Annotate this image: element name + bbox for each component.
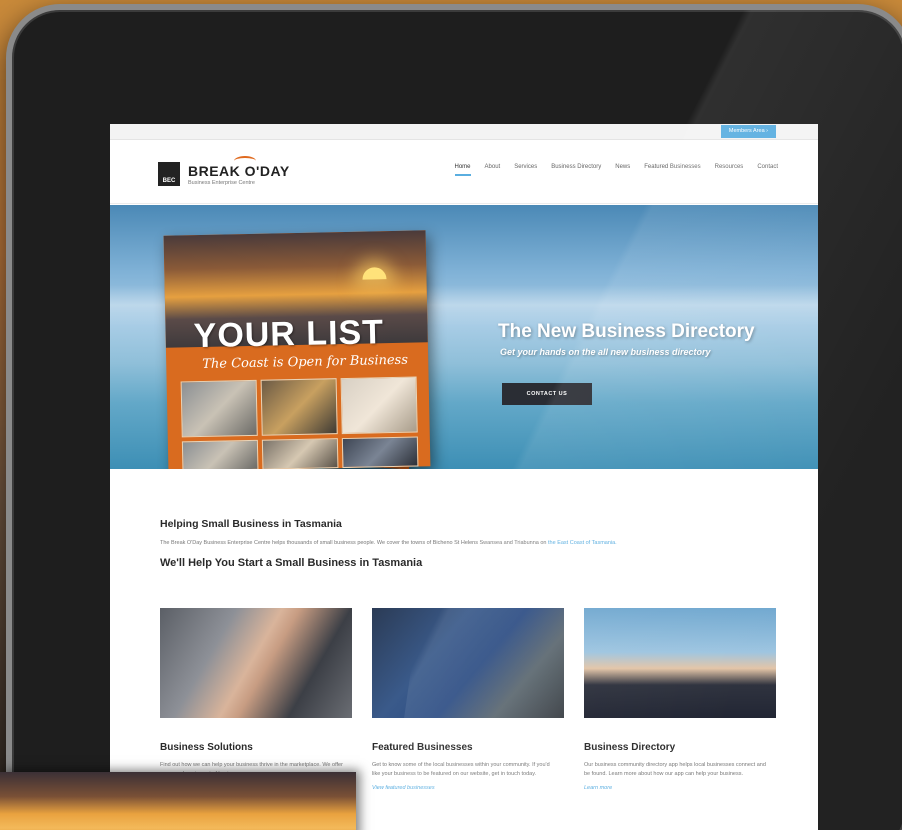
brochure-photo [261, 438, 339, 469]
binoculars-image [584, 608, 776, 718]
website-screen: Members Area › BEC BREAK O'DAY Business … [110, 124, 818, 830]
brochure-photo [260, 378, 338, 436]
brochure-subtitle: The Coast is Open for Business [202, 352, 409, 372]
start-business-heading: We'll Help You Start a Small Business in… [160, 557, 423, 569]
utility-bar: Members Area › [110, 124, 818, 140]
card-text: Our business community directory app hel… [584, 762, 766, 777]
hero-subtitle: Get your hands on the all new business d… [500, 347, 711, 357]
main-nav: Home About Services Business Directory N… [454, 164, 778, 176]
nav-item-business-directory[interactable]: Business Directory [551, 164, 601, 176]
members-area-button[interactable]: Members Area › [720, 125, 776, 138]
nav-item-news[interactable]: News [615, 164, 630, 176]
card-featured-businesses: Featured Businesses Get to know some of … [372, 608, 564, 791]
card-title[interactable]: Business Directory [584, 742, 776, 753]
site-logo[interactable]: BEC BREAK O'DAY Business Enterprise Cent… [158, 155, 290, 186]
members-area-label: Members Area [728, 128, 765, 134]
contact-us-button[interactable]: CONTACT US [502, 383, 592, 405]
brochure-photo [341, 436, 419, 469]
nav-item-services[interactable]: Services [514, 164, 537, 176]
logo-title: BREAK O'DAY [188, 155, 290, 179]
brochure-title: YOUR LIST [193, 313, 385, 356]
intro-heading: Helping Small Business in Tasmania [160, 518, 342, 530]
brochure-photo-grid [180, 376, 419, 469]
logo-mark-icon: BEC [158, 162, 180, 186]
tablet-frame: Members Area › BEC BREAK O'DAY Business … [6, 4, 902, 830]
card-text: Get to know some of the local businesses… [372, 762, 550, 777]
intro-paragraph-text: The Break O'Day Business Enterprise Cent… [160, 540, 547, 546]
east-coast-link[interactable]: the East Coast of Tasmania. [548, 540, 617, 546]
brochure-photo [180, 379, 258, 438]
nav-item-about[interactable]: About [485, 164, 501, 176]
nav-item-resources[interactable]: Resources [715, 164, 744, 176]
mechanic-image [372, 608, 564, 718]
hero-banner: YOUR LIST The Coast is Open for Business… [110, 205, 818, 469]
brochure-photo [181, 439, 259, 469]
feature-cards: Business Solutions Find out how we can h… [160, 608, 776, 791]
foreground-brochure-image [0, 772, 356, 830]
hero-title: The New Business Directory [498, 321, 755, 342]
card-title[interactable]: Business Solutions [160, 742, 352, 753]
card-business-directory: Business Directory Our business communit… [584, 608, 776, 791]
site-header: BEC BREAK O'DAY Business Enterprise Cent… [110, 140, 818, 204]
nav-item-contact[interactable]: Contact [757, 164, 778, 176]
sun-icon [362, 267, 387, 280]
nav-item-featured-businesses[interactable]: Featured Businesses [644, 164, 700, 176]
learn-more-link[interactable]: Learn more [584, 785, 776, 791]
brochure-photo [340, 376, 418, 435]
handshake-image [160, 608, 352, 718]
logo-subtitle: Business Enterprise Centre [188, 179, 255, 186]
intro-paragraph: The Break O'Day Business Enterprise Cent… [160, 539, 770, 548]
card-title[interactable]: Featured Businesses [372, 742, 564, 753]
nav-item-home[interactable]: Home [454, 164, 471, 176]
card-business-solutions: Business Solutions Find out how we can h… [160, 608, 352, 791]
brochure-image: YOUR LIST The Coast is Open for Business [163, 230, 431, 469]
intro-section: Helping Small Business in Tasmania The B… [160, 518, 770, 569]
view-featured-businesses-link[interactable]: View featured businesses [372, 785, 564, 791]
